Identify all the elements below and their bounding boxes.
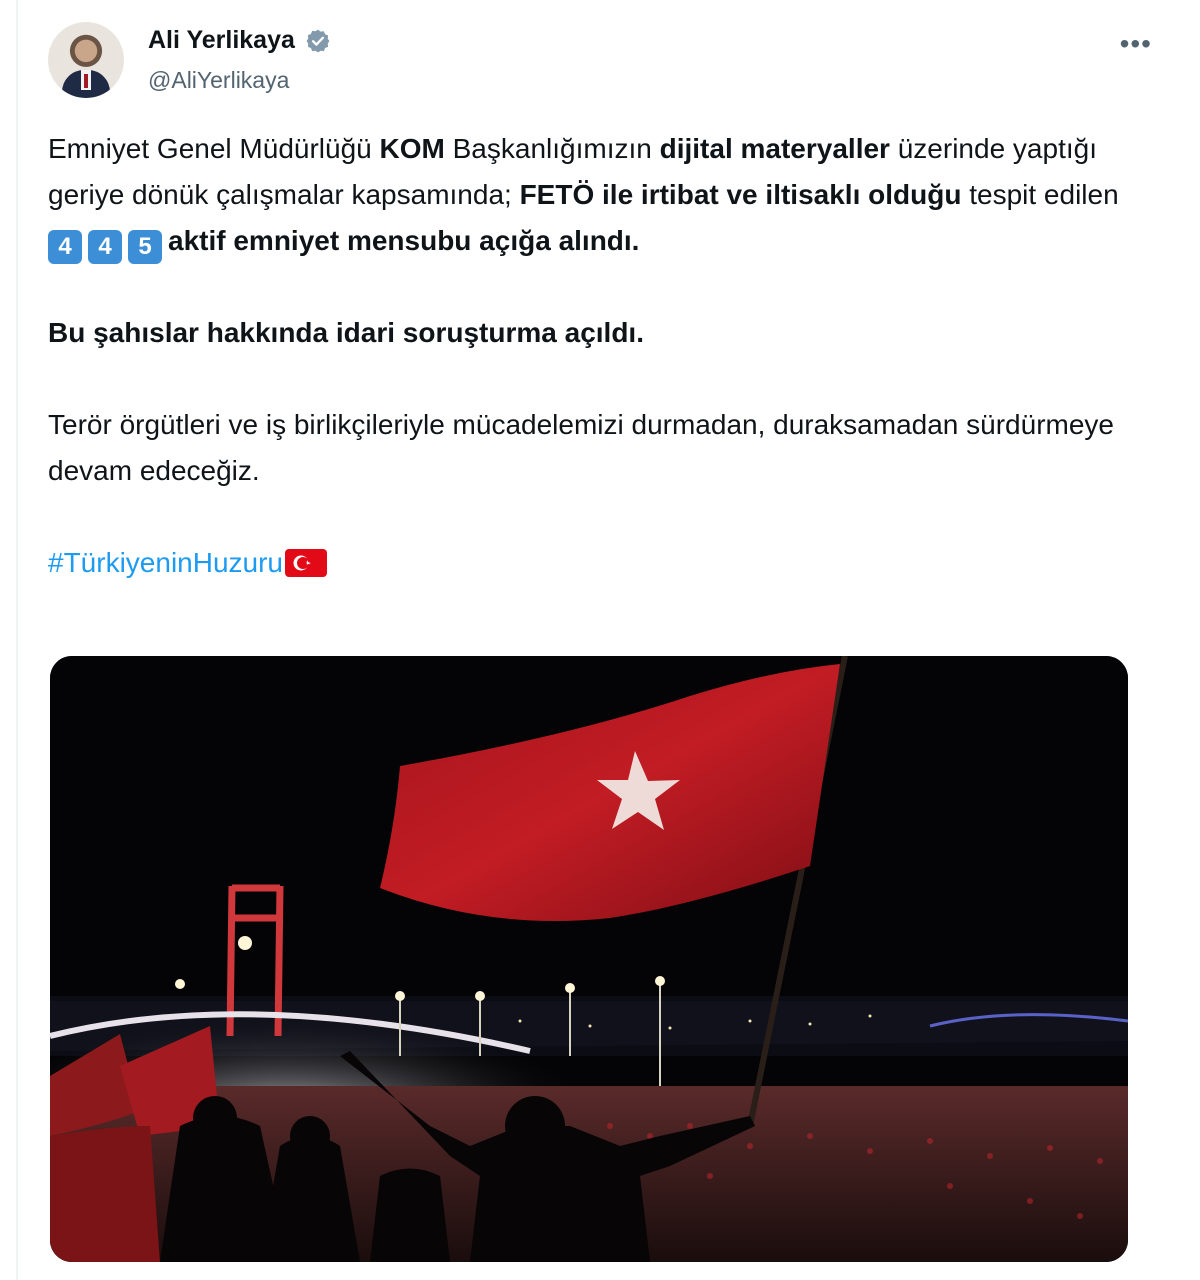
text-span: Başkanlığımızın: [444, 133, 660, 164]
author-names: Ali Yerlikaya @AliYerlikaya: [148, 26, 331, 94]
keycap-digit-icon: 5: [128, 230, 162, 264]
display-name[interactable]: Ali Yerlikaya: [148, 26, 295, 55]
avatar[interactable]: [48, 22, 124, 98]
paragraph-3: Terör örgütleri ve iş birlikçileriyle mü…: [48, 409, 1114, 486]
tweet: Ali Yerlikaya @AliYerlikaya ••• Emniyet …: [0, 0, 1200, 1280]
text-span-bold: KOM: [379, 133, 445, 164]
tweet-photo[interactable]: [50, 656, 1128, 1262]
avatar-tie: [84, 74, 88, 88]
keycap-digit-icon: 4: [48, 230, 82, 264]
turkey-flag-icon: [285, 549, 327, 577]
ellipsis-icon[interactable]: •••: [1120, 28, 1152, 60]
text-span: tespit edilen: [961, 179, 1119, 210]
tweet-header: Ali Yerlikaya @AliYerlikaya •••: [48, 22, 1160, 102]
text-span-bold: dijital materyaller: [659, 133, 890, 164]
hashtag-line: #TürkiyeninHuzuru: [48, 540, 1143, 586]
paragraph-2: Bu şahıslar hakkında idari soruşturma aç…: [48, 317, 644, 348]
night-bridge-crowd-flag-photo: [50, 656, 1128, 1262]
handle[interactable]: @AliYerlikaya: [148, 67, 331, 94]
verified-badge-icon: [306, 29, 330, 52]
text-span-bold: aktif emniyet mensubu açığa alındı.: [168, 225, 640, 256]
hashtag-link[interactable]: #TürkiyeninHuzuru: [48, 547, 283, 578]
text-span: Emniyet Genel Müdürlüğü: [48, 133, 380, 164]
paragraph-1: Emniyet Genel Müdürlüğü KOM Başkanlığımı…: [48, 126, 1143, 264]
text-span-bold: FETÖ ile irtibat ve iltisaklı olduğu: [519, 179, 962, 210]
keycap-digit-icon: 4: [88, 230, 122, 264]
tweet-text: Emniyet Genel Müdürlüğü KOM Başkanlığımı…: [48, 126, 1143, 586]
